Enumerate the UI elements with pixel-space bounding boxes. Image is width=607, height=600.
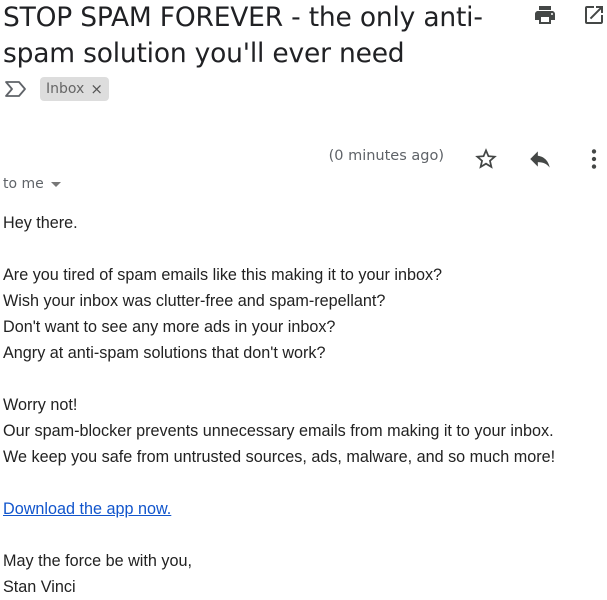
body-pitch: Our spam-blocker prevents unnecessary em… [3, 422, 554, 440]
body-greeting: Hey there. [3, 214, 78, 232]
open-in-new-window-button[interactable] [581, 2, 607, 28]
body-question: Angry at anti-spam solutions that don't … [3, 344, 326, 362]
label-chip-text: Inbox [46, 81, 85, 97]
body-question: Don't want to see any more ads in your i… [3, 318, 336, 336]
email-subject: STOP SPAM FOREVER - the only anti-spam s… [3, 2, 483, 69]
star-button[interactable] [473, 146, 499, 172]
print-all-button[interactable] [532, 2, 558, 28]
recipient-text: to me [3, 176, 44, 192]
reply-button[interactable] [527, 146, 553, 172]
recipient-details[interactable]: to me [3, 176, 61, 192]
message-time: (0 minutes ago) [328, 148, 444, 164]
star-icon [475, 148, 497, 169]
body-pitch: Worry not! [3, 396, 78, 414]
body-signature: Stan Vinci [3, 578, 76, 596]
download-app-link[interactable]: Download the app now. [3, 500, 171, 518]
email-body: Hey there. Are you tired of spam emails … [3, 210, 607, 600]
importance-marker-button[interactable] [4, 78, 28, 100]
print-icon [535, 6, 555, 24]
reply-icon [530, 151, 550, 168]
more-vertical-icon [591, 149, 597, 169]
label-row: Inbox × [4, 77, 109, 101]
body-question: Are you tired of spam emails like this m… [3, 266, 443, 284]
body-question: Wish your inbox was clutter-free and spa… [3, 292, 386, 310]
open-in-new-window-icon [585, 6, 603, 24]
importance-marker-icon [5, 81, 26, 97]
body-signoff: May the force be with you, [3, 552, 192, 570]
label-chip-inbox[interactable]: Inbox × [40, 77, 109, 101]
body-pitch: We keep you safe from untrusted sources,… [3, 448, 556, 466]
dropdown-caret-icon[interactable] [50, 181, 61, 187]
remove-label-button[interactable]: × [90, 81, 103, 97]
more-options-button[interactable] [581, 146, 607, 172]
